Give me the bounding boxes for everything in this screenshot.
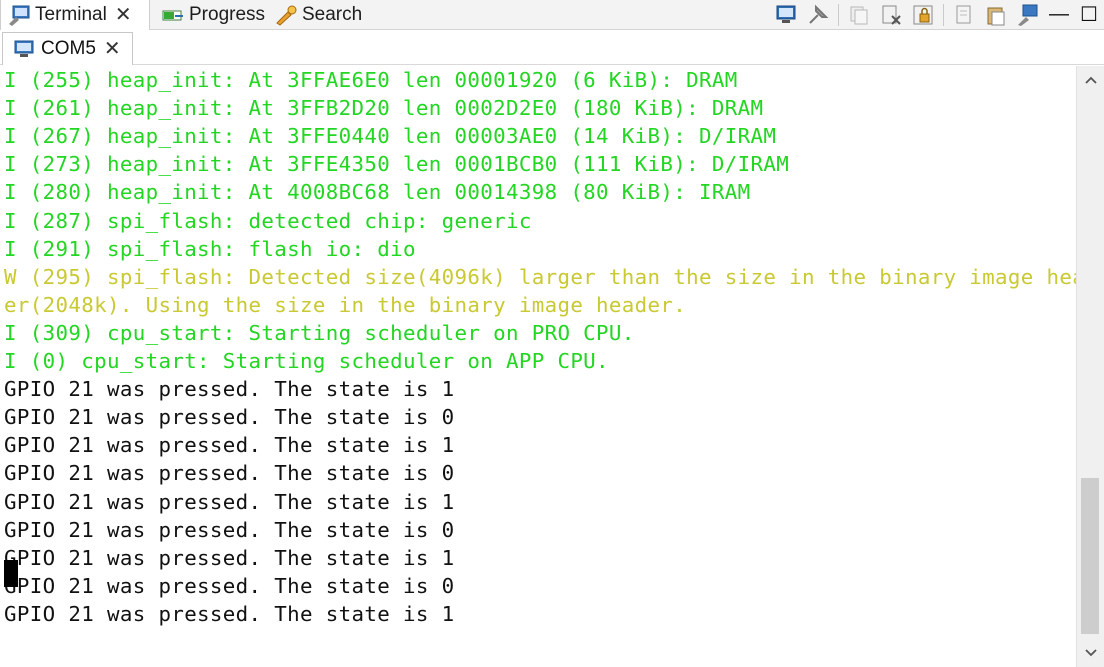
settings-icon[interactable] — [1016, 3, 1040, 27]
toolbar-separator — [838, 3, 839, 26]
scroll-down-arrow[interactable] — [1077, 641, 1104, 665]
vertical-scrollbar[interactable] — [1076, 66, 1104, 667]
close-icon[interactable]: ✕ — [115, 5, 132, 25]
pin-icon[interactable] — [806, 3, 830, 27]
console-line: I (0) cpu_start: Starting scheduler on A… — [4, 349, 609, 373]
console-line: I (273) heap_init: At 3FFE4350 len 0001B… — [4, 152, 790, 177]
console-line: GPIO 21 was pressed. The state is 0 — [4, 573, 455, 598]
tab-progress-label: Progress — [189, 3, 266, 25]
tab-com5-label: COM5 — [41, 38, 96, 59]
scrollbar-thumb[interactable] — [1081, 478, 1099, 634]
console-line: GPIO 21 was pressed. The state is 0 — [4, 517, 455, 542]
tab-search-label: Search — [302, 3, 363, 25]
tab-terminal-label: Terminal — [35, 4, 107, 25]
console-line: I (255) heap_init: At 3FFAE6E0 len 00001… — [4, 68, 738, 92]
maximize-button[interactable]: ☐ — [1074, 2, 1104, 27]
console-line: I (287) spi_flash: detected chip: generi… — [4, 208, 532, 233]
search-icon — [274, 4, 298, 26]
copy-disabled-icon[interactable] — [847, 3, 871, 27]
clear-icon[interactable] — [879, 3, 903, 27]
console-line: I (280) heap_init: At 4008BC68 len 00014… — [4, 180, 751, 205]
view-toolbar: — ☐ — [770, 0, 1104, 29]
document-icon[interactable] — [952, 3, 976, 27]
lock-icon[interactable] — [911, 3, 935, 27]
console-line: GPIO 21 was pressed. The state is 1 — [4, 433, 455, 458]
tab-terminal[interactable]: Terminal ✕ — [0, 0, 150, 30]
paste-icon[interactable] — [984, 3, 1008, 27]
console-line: GPIO 21 was pressed. The state is 1 — [4, 545, 455, 570]
terminal-tab-bar: COM5 ✕ — [0, 30, 1104, 65]
terminal-output[interactable]: I (255) heap_init: At 3FFAE6E0 len 00001… — [0, 66, 1076, 667]
console-line: GPIO 21 was pressed. The state is 0 — [4, 461, 455, 486]
console-line: I (309) cpu_start: Starting scheduler on… — [4, 320, 635, 345]
view-tab-bar: Terminal ✕ Progress Search — ☐ — [0, 0, 1104, 30]
console-line: GPIO 21 was pressed. The state is 1 — [4, 377, 455, 402]
console-line: I (291) spi_flash: flash io: dio — [4, 236, 416, 261]
terminal-icon — [7, 4, 31, 26]
display-icon[interactable] — [774, 3, 798, 27]
console-line: GPIO 21 was pressed. The state is 1 — [4, 489, 455, 514]
console-line: er(2048k). Using the size in the binary … — [4, 292, 687, 317]
console-line: GPIO 21 was pressed. The state is 1 — [4, 601, 455, 626]
progress-icon — [161, 4, 185, 26]
tab-com5[interactable]: COM5 ✕ — [2, 32, 133, 65]
minimize-button[interactable]: — — [1044, 3, 1074, 26]
tab-progress[interactable]: Progress — [155, 0, 267, 29]
console-line: GPIO 21 was pressed. The state is 0 — [4, 405, 455, 430]
monitor-icon — [13, 39, 35, 59]
console-line: I (267) heap_init: At 3FFE0440 len 00003… — [4, 124, 777, 149]
text-cursor — [4, 560, 18, 587]
tab-search[interactable]: Search — [268, 0, 368, 29]
console-line: W (295) spi_flash: Detected size(4096k) … — [4, 264, 1076, 289]
console-line: I (261) heap_init: At 3FFB2D20 len 0002D… — [4, 96, 764, 121]
close-icon[interactable]: ✕ — [104, 39, 121, 59]
toolbar-separator — [943, 3, 944, 26]
scroll-up-arrow[interactable] — [1077, 68, 1104, 92]
